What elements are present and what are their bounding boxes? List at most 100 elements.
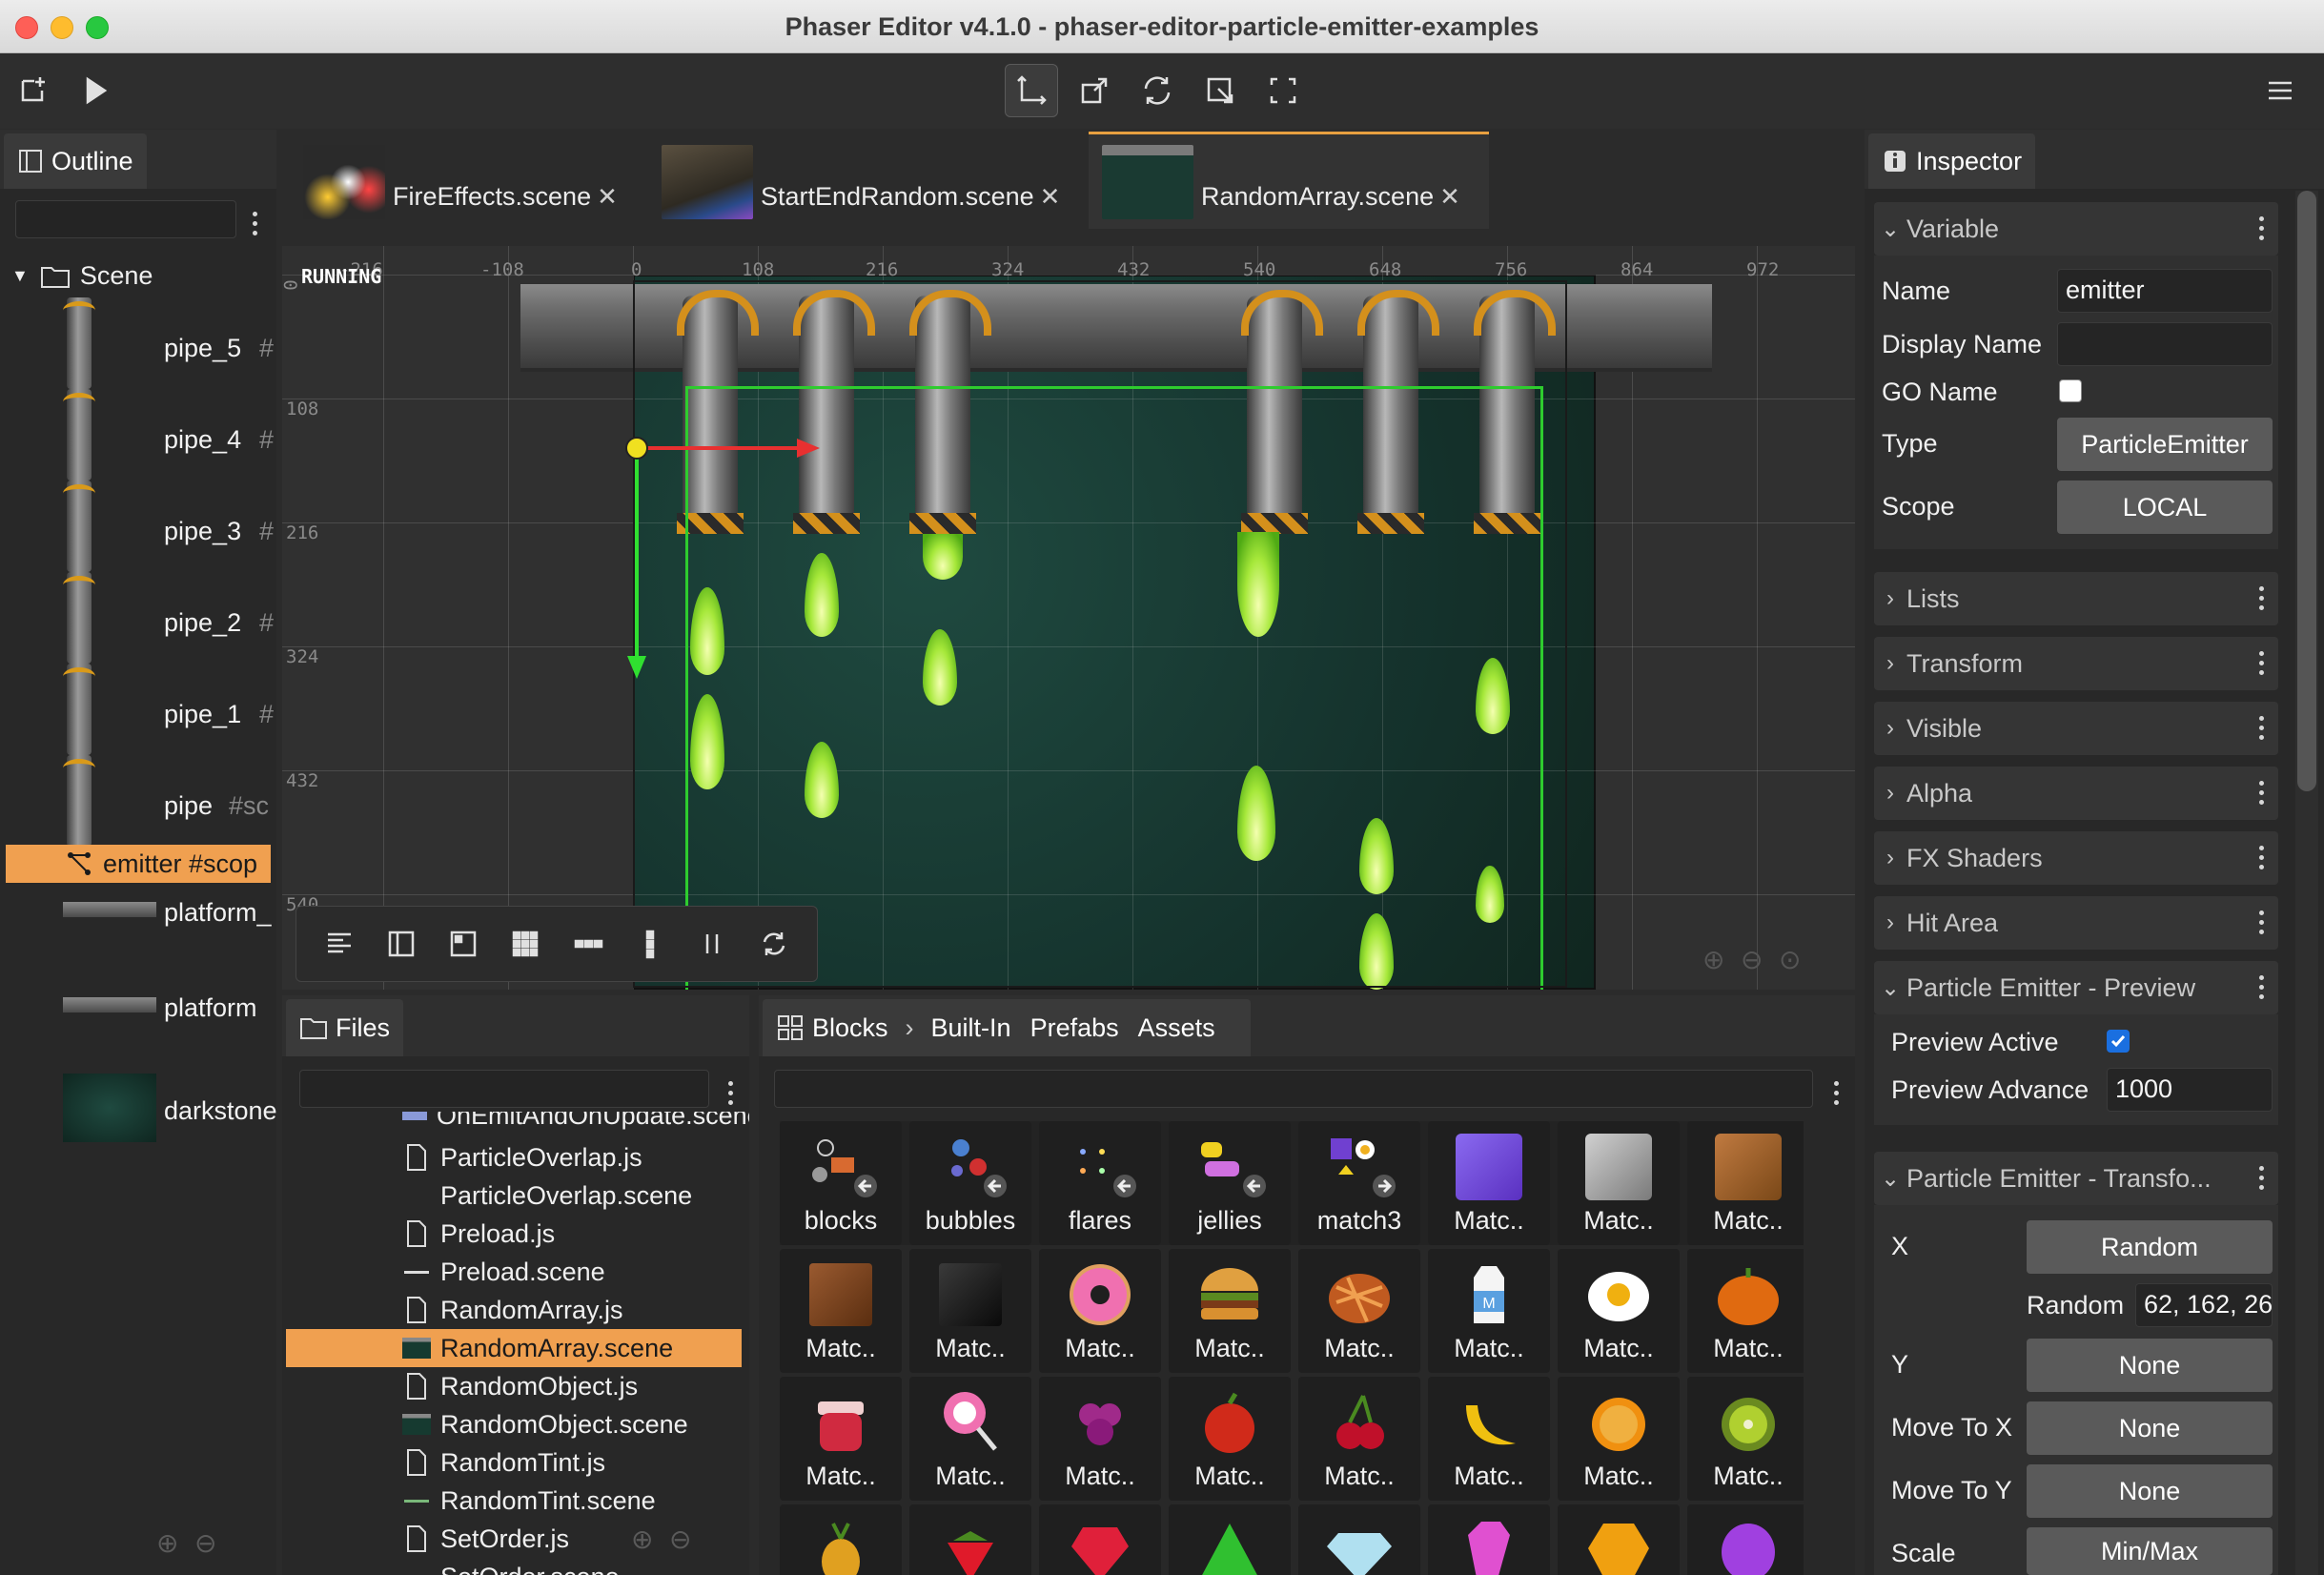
outline-item[interactable]: platform_ (0, 892, 272, 950)
section-menu-icon[interactable] (2257, 975, 2265, 999)
preview-advance-field[interactable]: 1000 (2107, 1068, 2273, 1112)
block-item[interactable]: M Matc.. (1428, 1249, 1550, 1373)
zoom-in-icon[interactable]: ⊕ (1702, 944, 1724, 975)
section-menu-icon[interactable] (2257, 846, 2265, 869)
section-fx-shaders-header[interactable]: › FX Shaders (1874, 831, 2278, 885)
section-menu-icon[interactable] (2257, 1166, 2265, 1190)
go-name-checkbox[interactable] (2059, 379, 2082, 402)
section-hit-area-header[interactable]: › Hit Area (1874, 896, 2278, 950)
breadcrumb-prefabs[interactable]: Prefabs (1030, 1013, 1119, 1043)
section-menu-icon[interactable] (2257, 716, 2265, 740)
column-icon[interactable] (635, 929, 665, 959)
translate-tool-icon[interactable] (1005, 64, 1058, 117)
block-item[interactable]: Matc.. (1687, 1121, 1804, 1245)
align-left-icon[interactable] (324, 929, 355, 959)
blocks-tab[interactable]: Blocks › Built-In Prefabs Assets (763, 999, 1251, 1056)
outline-item[interactable]: pipe_5 # (0, 297, 274, 389)
translate-gizmo[interactable] (625, 437, 873, 932)
border-top-icon[interactable] (448, 929, 479, 959)
file-item[interactable]: RandomTint.js (282, 1443, 742, 1482)
block-item[interactable]: Matc.. (1039, 1249, 1161, 1373)
type-button[interactable]: ParticleEmitter (2057, 418, 2273, 471)
outline-item[interactable]: pipe_4 # (0, 389, 274, 481)
block-item[interactable]: Matc.. (909, 1249, 1031, 1373)
block-item[interactable]: match3 (1298, 1121, 1420, 1245)
file-item[interactable]: RandomArray.js (282, 1291, 742, 1329)
block-item[interactable] (1558, 1504, 1680, 1575)
block-item[interactable] (1039, 1504, 1161, 1575)
outline-item[interactable]: pipe_3 # (0, 481, 274, 572)
section-menu-icon[interactable] (2257, 216, 2265, 240)
display-name-field[interactable] (2057, 322, 2273, 366)
tab-randomarray[interactable]: RandomArray.scene ✕ (1089, 132, 1489, 229)
zoom-in-icon[interactable]: ⊕ (631, 1524, 653, 1555)
rotate-tool-icon[interactable] (1131, 64, 1184, 117)
block-item[interactable] (780, 1504, 902, 1575)
zoom-out-icon[interactable]: ⊖ (1741, 944, 1763, 975)
close-tab-icon[interactable]: ✕ (597, 182, 618, 212)
file-item[interactable]: SetOrder.scene (282, 1558, 742, 1575)
section-visible-header[interactable]: › Visible (1874, 702, 2278, 755)
tab-fireeffects[interactable]: FireEffects.scene ✕ (303, 132, 627, 229)
zoom-reset-icon[interactable]: ⊙ (1779, 944, 1801, 975)
section-alpha-header[interactable]: › Alpha (1874, 767, 2278, 820)
file-item[interactable]: ParticleOverlap.scene (282, 1176, 742, 1215)
move-to-y-button[interactable]: None (2027, 1464, 2273, 1518)
inspector-scrollbar[interactable] (2295, 191, 2318, 1575)
block-item[interactable] (1687, 1504, 1804, 1575)
block-item[interactable]: Matc.. (909, 1377, 1031, 1501)
outline-item[interactable]: pipe_2 # (0, 572, 274, 664)
block-item[interactable]: Matc.. (780, 1377, 902, 1501)
outline-filter-input[interactable] (15, 200, 236, 238)
tab-startendrandom[interactable]: StartEndRandom.scene ✕ (662, 132, 1081, 229)
block-item[interactable]: Matc.. (1558, 1249, 1680, 1373)
scrollbar-thumb[interactable] (2297, 191, 2316, 791)
file-item[interactable]: RandomObject.js (282, 1367, 742, 1405)
scale-tool-icon[interactable] (1068, 64, 1121, 117)
block-item[interactable]: Matc.. (1558, 1121, 1680, 1245)
name-field[interactable]: emitter (2057, 269, 2273, 313)
block-item[interactable]: Matc.. (1687, 1377, 1804, 1501)
section-menu-icon[interactable] (2257, 781, 2265, 805)
outline-item-selected[interactable]: emitter #scop (6, 845, 271, 883)
blocks-filter-input[interactable] (774, 1070, 1813, 1108)
block-item[interactable]: jellies (1169, 1121, 1291, 1245)
outline-menu-icon[interactable] (251, 212, 258, 235)
section-menu-icon[interactable] (2257, 651, 2265, 675)
outline-item[interactable]: pipe_1 # (0, 664, 274, 755)
section-variable-header[interactable]: ⌄ Variable (1874, 202, 2278, 256)
menu-icon[interactable] (2253, 64, 2307, 117)
file-item-selected[interactable]: RandomArray.scene (286, 1329, 742, 1367)
file-item[interactable]: RandomObject.scene (282, 1405, 742, 1443)
random-field[interactable]: 62, 162, 26 (2135, 1283, 2273, 1327)
block-item[interactable]: Matc.. (1298, 1249, 1420, 1373)
breadcrumb-assets[interactable]: Assets (1138, 1013, 1215, 1043)
zoom-out-icon[interactable]: ⊖ (194, 1527, 216, 1559)
zoom-out-icon[interactable]: ⊖ (669, 1524, 691, 1555)
pause-icon[interactable] (697, 929, 727, 959)
file-item[interactable]: Preload.scene (282, 1253, 742, 1291)
outline-item[interactable]: pipe #sc (0, 755, 269, 847)
origin-tool-icon[interactable] (1193, 64, 1247, 117)
file-item[interactable]: RandomTint.scene (282, 1482, 742, 1520)
resize-tool-icon[interactable] (1256, 64, 1310, 117)
preview-active-checkbox[interactable] (2107, 1030, 2130, 1053)
y-mode-button[interactable]: None (2027, 1339, 2273, 1392)
grid-icon[interactable] (510, 929, 540, 959)
refresh-icon[interactable] (759, 929, 789, 959)
outline-item[interactable]: darkstone (0, 1074, 277, 1150)
play-icon[interactable] (69, 64, 122, 117)
scene-viewport[interactable]: -216 -108 0 108 216 324 432 540 648 756 … (282, 246, 1855, 990)
block-item[interactable]: flares (1039, 1121, 1161, 1245)
block-item[interactable]: Matc.. (1687, 1249, 1804, 1373)
block-item[interactable]: bubbles (909, 1121, 1031, 1245)
files-tab[interactable]: Files (286, 999, 404, 1056)
blocks-menu-icon[interactable] (1832, 1081, 1840, 1105)
block-item[interactable] (1428, 1504, 1550, 1575)
row-icon[interactable] (573, 929, 603, 959)
breadcrumb-built-in[interactable]: Built-In (931, 1013, 1011, 1043)
close-tab-icon[interactable]: ✕ (1040, 182, 1061, 212)
move-to-x-button[interactable]: None (2027, 1401, 2273, 1455)
block-item[interactable]: Matc.. (1169, 1249, 1291, 1373)
block-item[interactable]: Matc.. (1039, 1377, 1161, 1501)
